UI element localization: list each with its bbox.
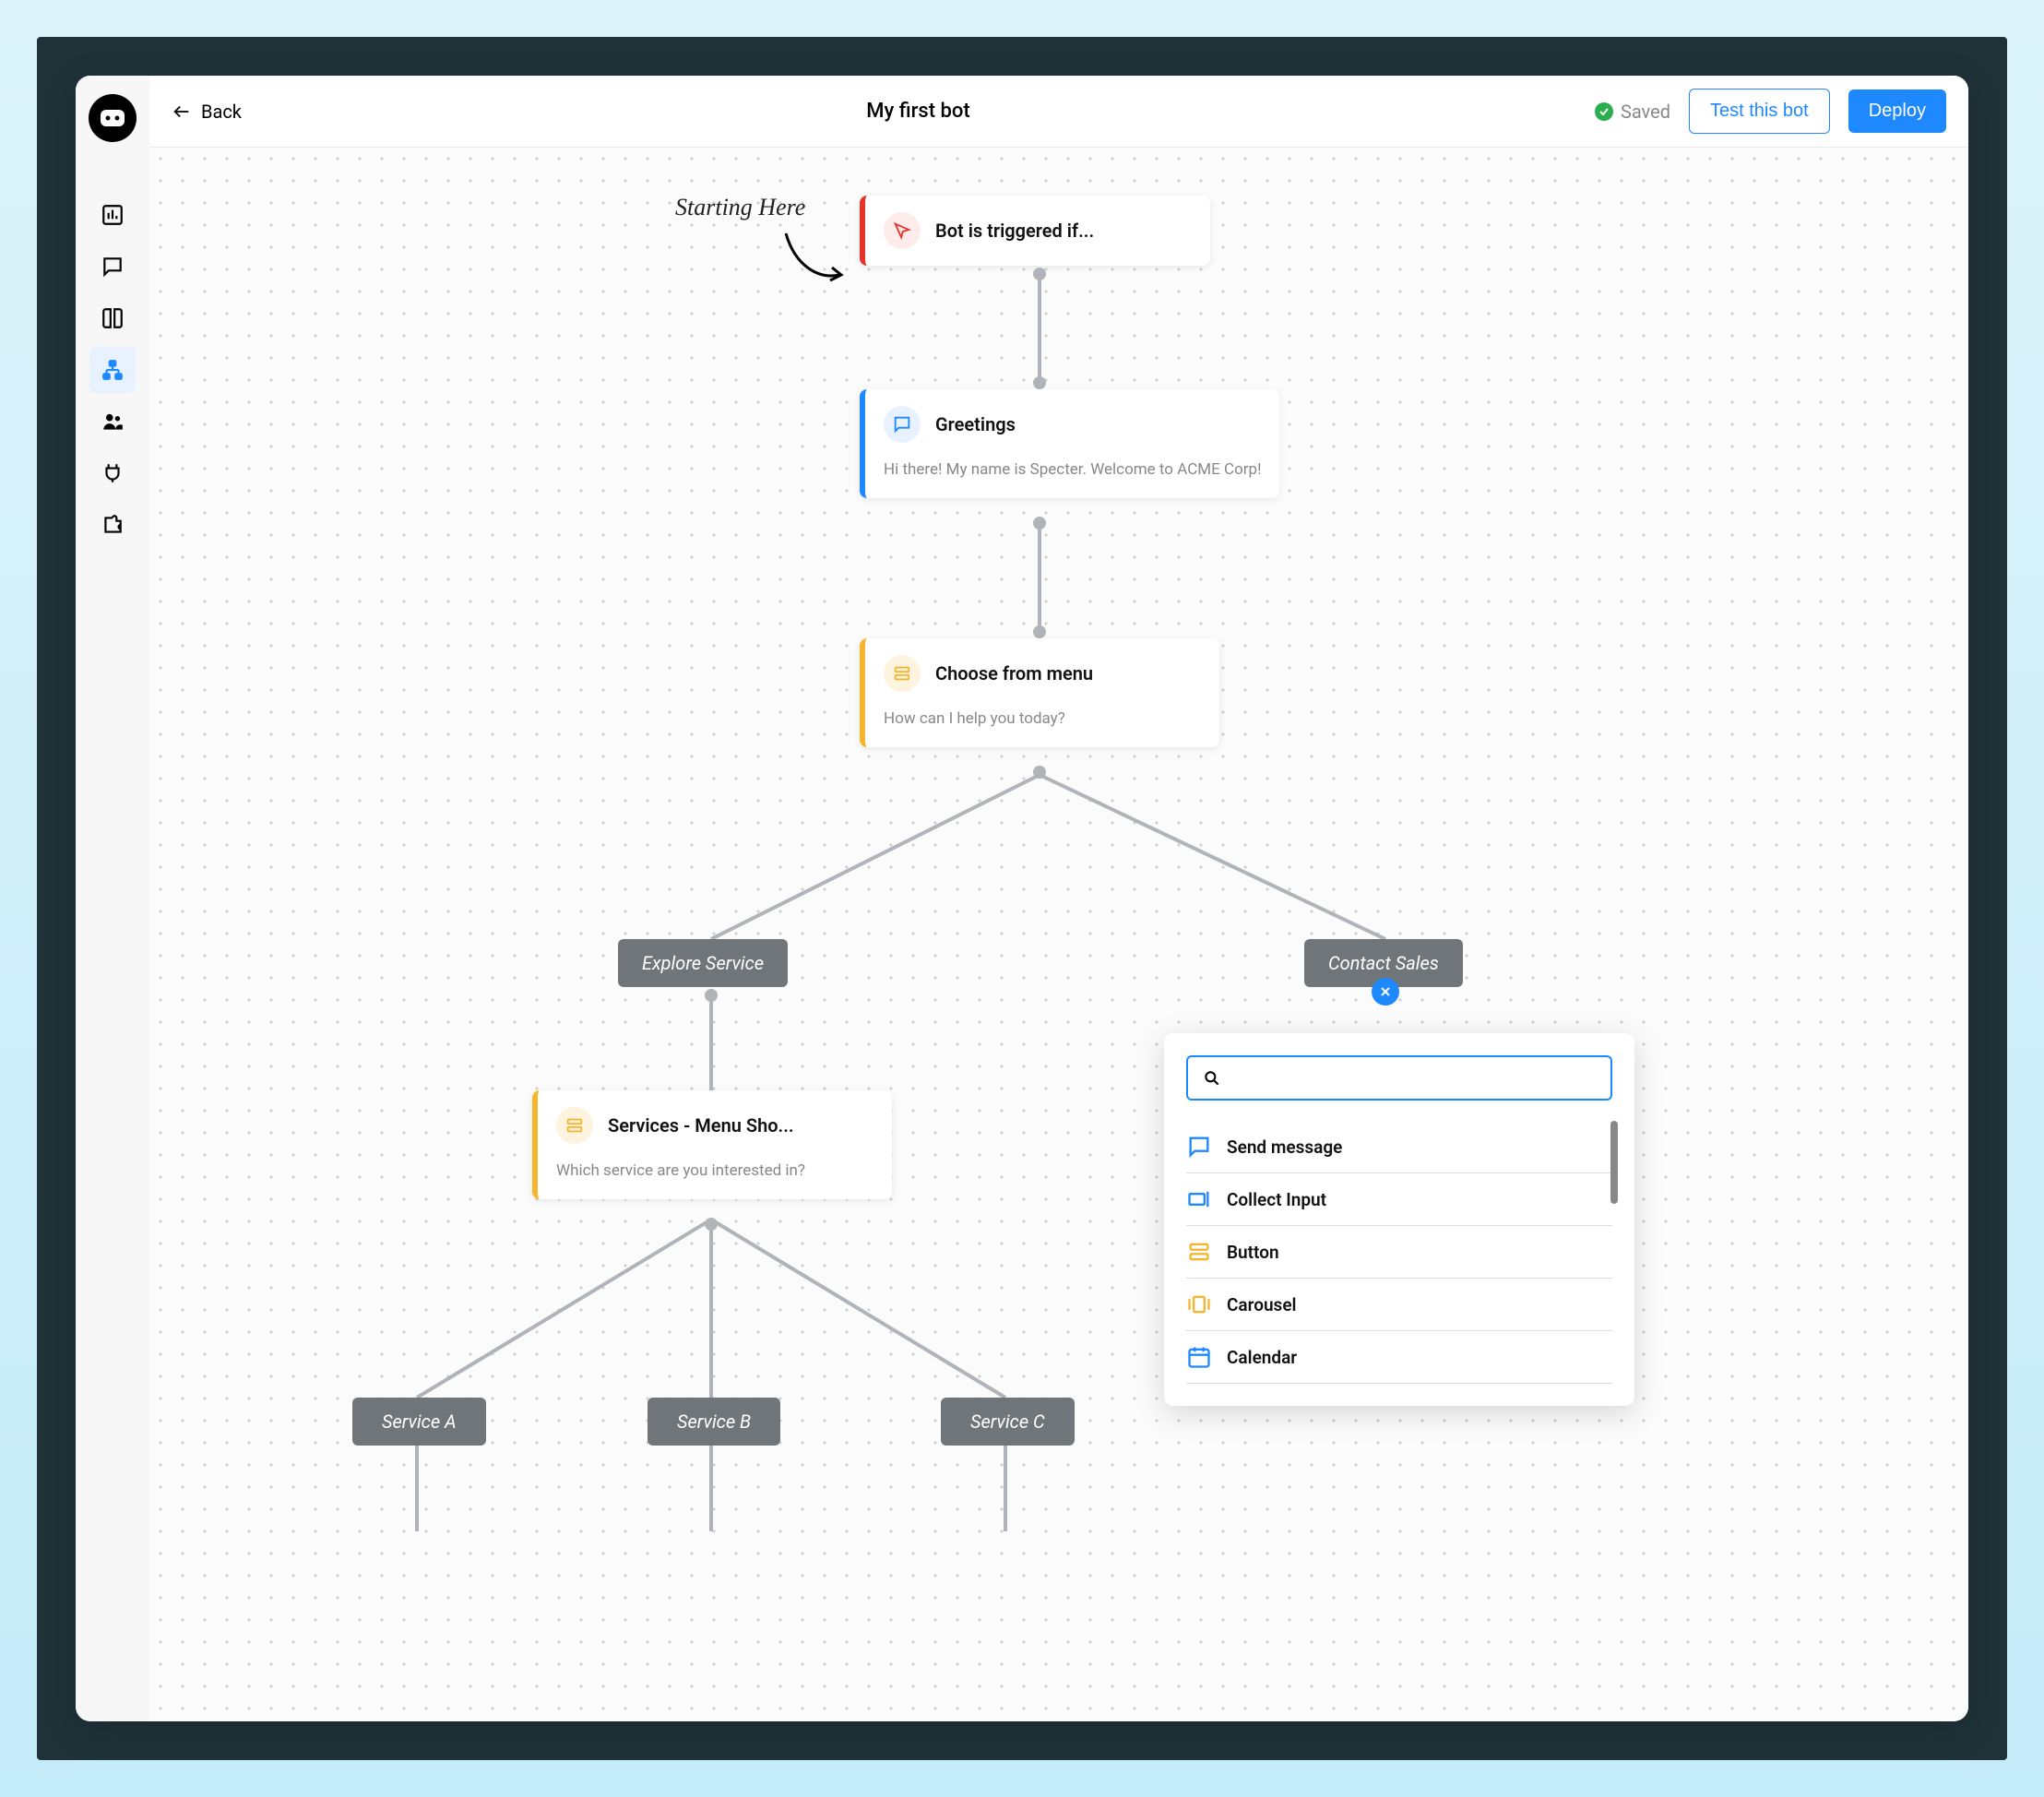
node-menu[interactable]: Choose from menu How can I help you toda… (860, 638, 1219, 747)
carousel-icon (1186, 1291, 1212, 1317)
branch-service-c[interactable]: Service C (941, 1398, 1075, 1446)
sidebar-item-analytics[interactable] (89, 192, 136, 238)
panel-item-calendar[interactable]: Calendar (1186, 1331, 1612, 1384)
port[interactable] (705, 989, 718, 1002)
node-greetings-title: Greetings (935, 413, 1016, 435)
calendar-icon (1186, 1344, 1212, 1370)
node-services-menu[interactable]: Services - Menu Sho... Which service are… (532, 1090, 892, 1199)
annotation-starting: Starting Here (675, 194, 805, 221)
saved-status: Saved (1595, 101, 1670, 123)
button-icon (1186, 1239, 1212, 1265)
sidebar-item-extensions[interactable] (89, 502, 136, 548)
search-icon (1203, 1069, 1221, 1088)
panel-item-label: Send message (1227, 1137, 1342, 1158)
close-badge[interactable] (1372, 978, 1399, 1006)
scrollbar[interactable] (1610, 1121, 1618, 1204)
panel-item-carousel[interactable]: Carousel (1186, 1279, 1612, 1331)
branch-service-a[interactable]: Service A (352, 1398, 486, 1446)
port[interactable] (1033, 766, 1046, 779)
input-icon (1186, 1186, 1212, 1212)
panel-item-collect-input[interactable]: Collect Input (1186, 1173, 1612, 1226)
sidebar-item-flows[interactable] (89, 347, 136, 393)
search-box[interactable] (1186, 1055, 1612, 1101)
menu-icon (556, 1107, 593, 1144)
test-bot-button[interactable]: Test this bot (1689, 89, 1830, 134)
node-greetings[interactable]: Greetings Hi there! My name is Specter. … (860, 389, 1279, 498)
panel-item-label: Button (1227, 1242, 1279, 1263)
sidebar-item-users[interactable] (89, 399, 136, 445)
sidebar-item-docs[interactable] (89, 295, 136, 341)
arrow-annotation-icon (777, 229, 850, 293)
panel-item-label: Collect Input (1227, 1189, 1326, 1210)
sidebar-item-plug[interactable] (89, 450, 136, 496)
sidebar-item-chat[interactable] (89, 244, 136, 290)
branch-service-b[interactable]: Service B (648, 1398, 780, 1446)
app-window: Back My first bot Saved Test this bot De… (76, 76, 1968, 1721)
cursor-icon (884, 212, 921, 249)
page-title: My first bot (242, 100, 1595, 123)
back-label: Back (201, 101, 242, 123)
port[interactable] (705, 1218, 718, 1231)
node-services-title: Services - Menu Sho... (608, 1114, 794, 1137)
back-button[interactable]: Back (172, 101, 242, 123)
panel-item-button[interactable]: Button (1186, 1226, 1612, 1279)
panel-item-label: Carousel (1227, 1294, 1297, 1315)
message-icon (884, 406, 921, 443)
node-menu-title: Choose from menu (935, 662, 1093, 684)
panel-list: Send message Collect Input Button C (1186, 1121, 1612, 1384)
saved-label: Saved (1621, 101, 1670, 123)
message-icon (1186, 1134, 1212, 1160)
node-trigger-title: Bot is triggered if... (935, 220, 1094, 242)
action-picker-panel: Send message Collect Input Button C (1164, 1033, 1634, 1406)
main-area: Back My first bot Saved Test this bot De… (149, 76, 1968, 1721)
connector (1038, 526, 1041, 627)
port[interactable] (1033, 376, 1046, 389)
flow-canvas[interactable]: Starting Here Bot is triggered if... (149, 148, 1968, 1721)
panel-item-label: Calendar (1227, 1347, 1297, 1368)
connector (1038, 277, 1041, 378)
node-trigger[interactable]: Bot is triggered if... (860, 196, 1210, 266)
search-input[interactable] (1232, 1068, 1596, 1088)
node-menu-body: How can I help you today? (865, 708, 1219, 747)
sidebar (76, 76, 149, 1721)
topbar: Back My first bot Saved Test this bot De… (149, 76, 1968, 148)
menu-icon (884, 655, 921, 692)
node-greetings-body: Hi there! My name is Specter. Welcome to… (865, 459, 1279, 498)
node-services-body: Which service are you interested in? (538, 1160, 892, 1199)
deploy-button[interactable]: Deploy (1848, 89, 1946, 133)
check-icon (1595, 102, 1613, 121)
branch-explore[interactable]: Explore Service (618, 939, 788, 987)
port[interactable] (1033, 625, 1046, 638)
panel-item-send-message[interactable]: Send message (1186, 1121, 1612, 1173)
app-logo[interactable] (89, 94, 137, 142)
